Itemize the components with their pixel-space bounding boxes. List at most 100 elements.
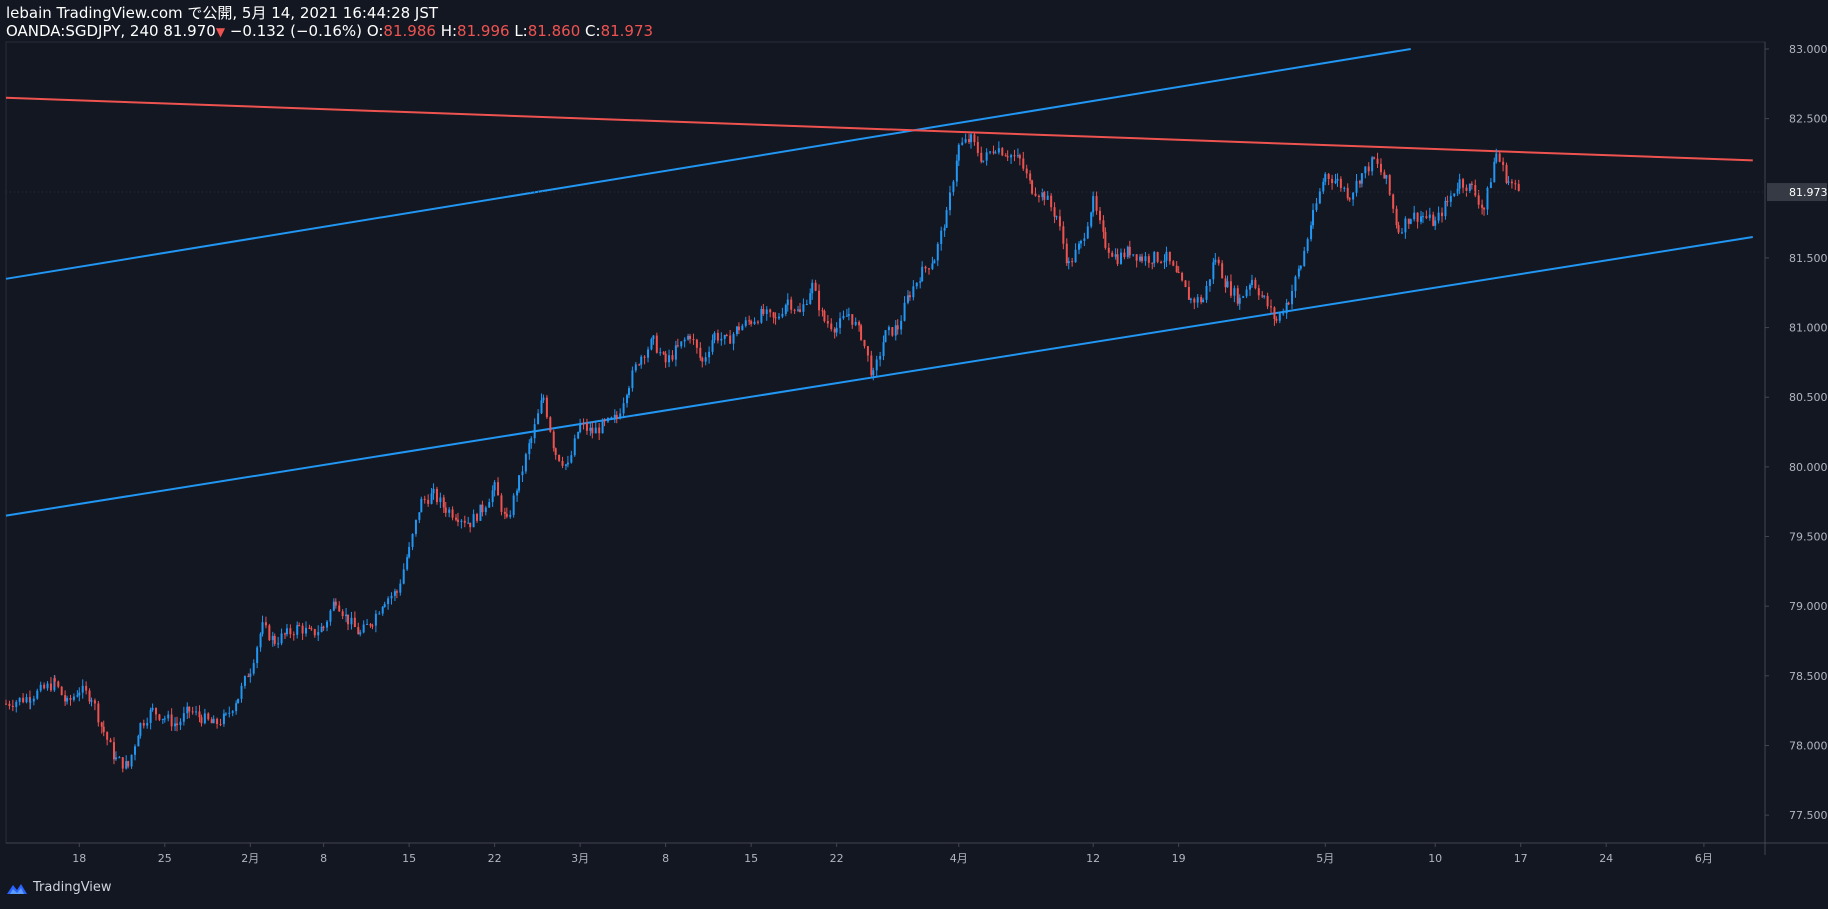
candle-body bbox=[1483, 207, 1486, 210]
candle-body bbox=[870, 355, 873, 376]
candle-body bbox=[97, 703, 100, 723]
x-tick-label: 3月 bbox=[571, 852, 589, 865]
candle-body bbox=[1053, 207, 1056, 217]
y-tick-label: 80.000 bbox=[1789, 461, 1828, 474]
candle-body bbox=[1493, 161, 1496, 183]
candle-body bbox=[882, 342, 885, 357]
candle-body bbox=[662, 352, 665, 354]
candle-body bbox=[1065, 243, 1068, 264]
y-tick-label: 77.500 bbox=[1789, 809, 1828, 822]
candle-body bbox=[301, 625, 304, 634]
candle-body bbox=[1517, 183, 1520, 191]
candle-body bbox=[835, 327, 838, 333]
candle-body bbox=[1013, 155, 1016, 157]
candle-body bbox=[1266, 295, 1269, 307]
candle-body bbox=[1315, 203, 1318, 210]
candle-body bbox=[561, 460, 564, 466]
upper-blue-channel bbox=[5, 47, 1411, 280]
candle-body bbox=[1187, 287, 1190, 300]
candle-body bbox=[1050, 195, 1053, 208]
price-chart[interactable]: 83.000 82.500 81.500 81.000 80.500 80.000 79.5… bbox=[0, 0, 1828, 909]
candle-body bbox=[1160, 261, 1163, 263]
candle-body bbox=[170, 714, 173, 727]
footer-brand[interactable]: TradingView bbox=[6, 880, 112, 895]
candle-body bbox=[1107, 247, 1110, 253]
candle-body bbox=[1275, 318, 1278, 321]
candle-body bbox=[285, 628, 288, 635]
candle-body bbox=[161, 718, 164, 720]
candle-body bbox=[573, 438, 576, 456]
candle-body bbox=[1245, 289, 1248, 297]
candle-body bbox=[1067, 261, 1070, 264]
candle-body bbox=[689, 335, 692, 340]
candle-body bbox=[537, 413, 540, 425]
candle-body bbox=[18, 697, 21, 702]
candle-body bbox=[814, 282, 817, 291]
candle-body bbox=[518, 475, 521, 491]
candle-body bbox=[191, 711, 194, 713]
candle-body bbox=[875, 359, 878, 371]
candle-body bbox=[839, 318, 842, 328]
candle-body bbox=[1453, 193, 1456, 197]
candle-body bbox=[863, 339, 866, 347]
candle-body bbox=[708, 351, 711, 358]
candle-body bbox=[1200, 297, 1203, 303]
candle-body bbox=[406, 557, 409, 570]
candle-body bbox=[1004, 155, 1007, 157]
candle-body bbox=[1123, 252, 1126, 258]
candle-body bbox=[860, 325, 863, 340]
candle-body bbox=[540, 400, 543, 414]
candle-body bbox=[1367, 166, 1370, 172]
candle-body bbox=[1373, 157, 1376, 159]
candle-body bbox=[46, 683, 49, 689]
x-tick-label: 19 bbox=[1172, 852, 1186, 865]
candle-body bbox=[1029, 173, 1032, 181]
candle-body bbox=[927, 268, 930, 270]
candle-body bbox=[1031, 180, 1034, 194]
candle-body bbox=[615, 414, 618, 419]
candle-body bbox=[797, 309, 800, 311]
candle-body bbox=[381, 607, 384, 614]
candle-body bbox=[228, 712, 231, 714]
candle-body bbox=[1104, 231, 1107, 248]
candle-body bbox=[1327, 173, 1330, 180]
candle-body bbox=[884, 330, 887, 343]
candle-body bbox=[945, 210, 948, 228]
candle-body bbox=[1135, 254, 1138, 261]
candle-body bbox=[915, 282, 918, 287]
candle-body bbox=[579, 423, 582, 432]
candle-body bbox=[219, 724, 222, 726]
candle-body bbox=[1507, 181, 1510, 183]
candle-body bbox=[320, 626, 323, 633]
candle-body bbox=[887, 327, 890, 331]
candle-body bbox=[188, 706, 191, 712]
candle-body bbox=[64, 695, 67, 702]
candle-body bbox=[802, 304, 805, 312]
candle-body bbox=[1421, 216, 1424, 218]
candle-body bbox=[212, 718, 215, 724]
footer-brand-label: TradingView bbox=[33, 880, 112, 895]
candle-body bbox=[264, 622, 267, 626]
candle-body bbox=[1010, 155, 1013, 158]
candle-body bbox=[198, 711, 201, 718]
candle-body bbox=[921, 266, 924, 282]
candle-body bbox=[948, 192, 951, 211]
candle-body bbox=[903, 302, 906, 321]
candle-body bbox=[280, 633, 283, 644]
candle-body bbox=[15, 701, 18, 708]
candle-body bbox=[357, 627, 360, 635]
candle-body bbox=[683, 339, 686, 342]
candle-body bbox=[231, 711, 234, 713]
candle-body bbox=[847, 314, 850, 316]
y-tick-label: 79.000 bbox=[1789, 600, 1828, 613]
candle-body bbox=[1336, 178, 1339, 181]
candle-body bbox=[1310, 225, 1313, 240]
candle-body bbox=[1299, 265, 1302, 269]
candle-body bbox=[603, 420, 606, 422]
candle-body bbox=[1022, 158, 1025, 169]
candle-body bbox=[1352, 192, 1355, 200]
candle-body bbox=[545, 397, 548, 418]
candle-body bbox=[940, 230, 943, 244]
candle-body bbox=[606, 417, 609, 422]
y-tick-label: 82.500 bbox=[1789, 113, 1828, 126]
